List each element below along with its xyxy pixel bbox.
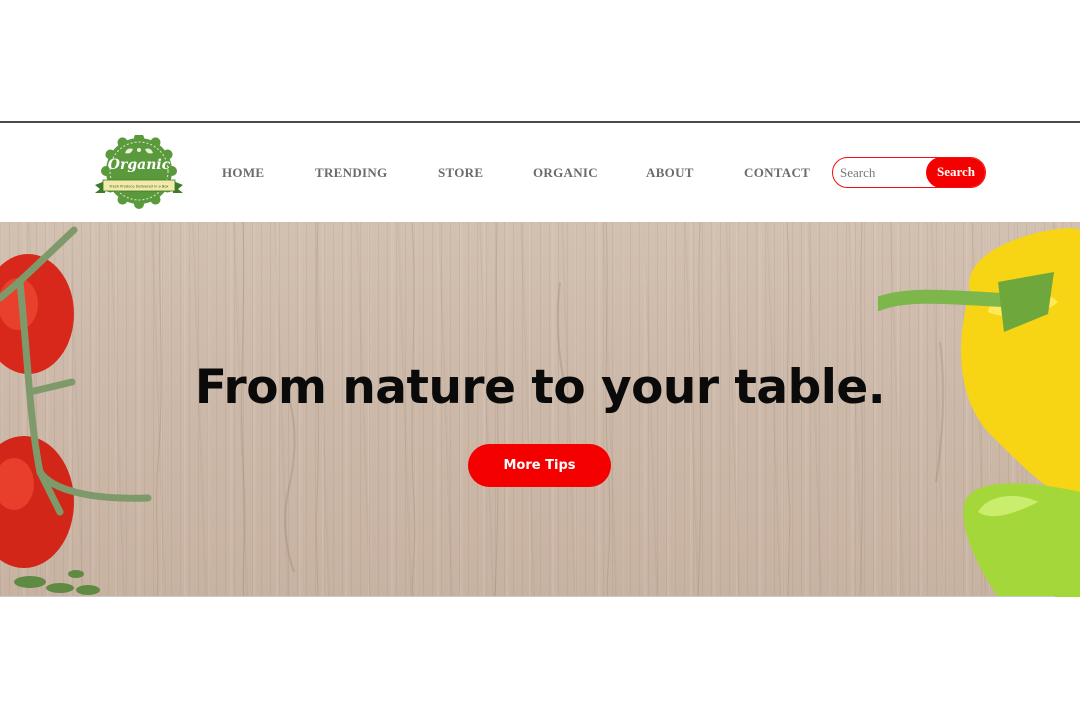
nav-home-link[interactable]: HOME bbox=[222, 165, 264, 181]
nav-contact-link[interactable]: CONTACT bbox=[744, 165, 810, 181]
nav-organic-link[interactable]: ORGANIC bbox=[533, 165, 598, 181]
hero-banner: From nature to your table. More Tips bbox=[0, 222, 1080, 597]
search-input[interactable] bbox=[840, 163, 924, 183]
logo-wordmark: Organic bbox=[108, 157, 171, 173]
organic-logo[interactable]: Organic Fresh Produce Delivered in a Box bbox=[93, 135, 185, 211]
page-divider bbox=[0, 596, 1055, 597]
more-tips-button[interactable]: More Tips bbox=[468, 444, 611, 487]
nav-store-link[interactable]: STORE bbox=[438, 165, 483, 181]
website-frame: Organic Fresh Produce Delivered in a Box… bbox=[0, 121, 1080, 597]
hero-headline: From nature to your table. bbox=[194, 360, 886, 415]
nav-trending-link[interactable]: TRENDING bbox=[315, 165, 387, 181]
nav-about-link[interactable]: ABOUT bbox=[646, 165, 694, 181]
logo-tagline: Fresh Produce Delivered in a Box bbox=[109, 185, 169, 189]
search-box: Search bbox=[832, 157, 986, 188]
search-button[interactable]: Search bbox=[926, 158, 985, 187]
site-header: Organic Fresh Produce Delivered in a Box… bbox=[0, 123, 1080, 222]
